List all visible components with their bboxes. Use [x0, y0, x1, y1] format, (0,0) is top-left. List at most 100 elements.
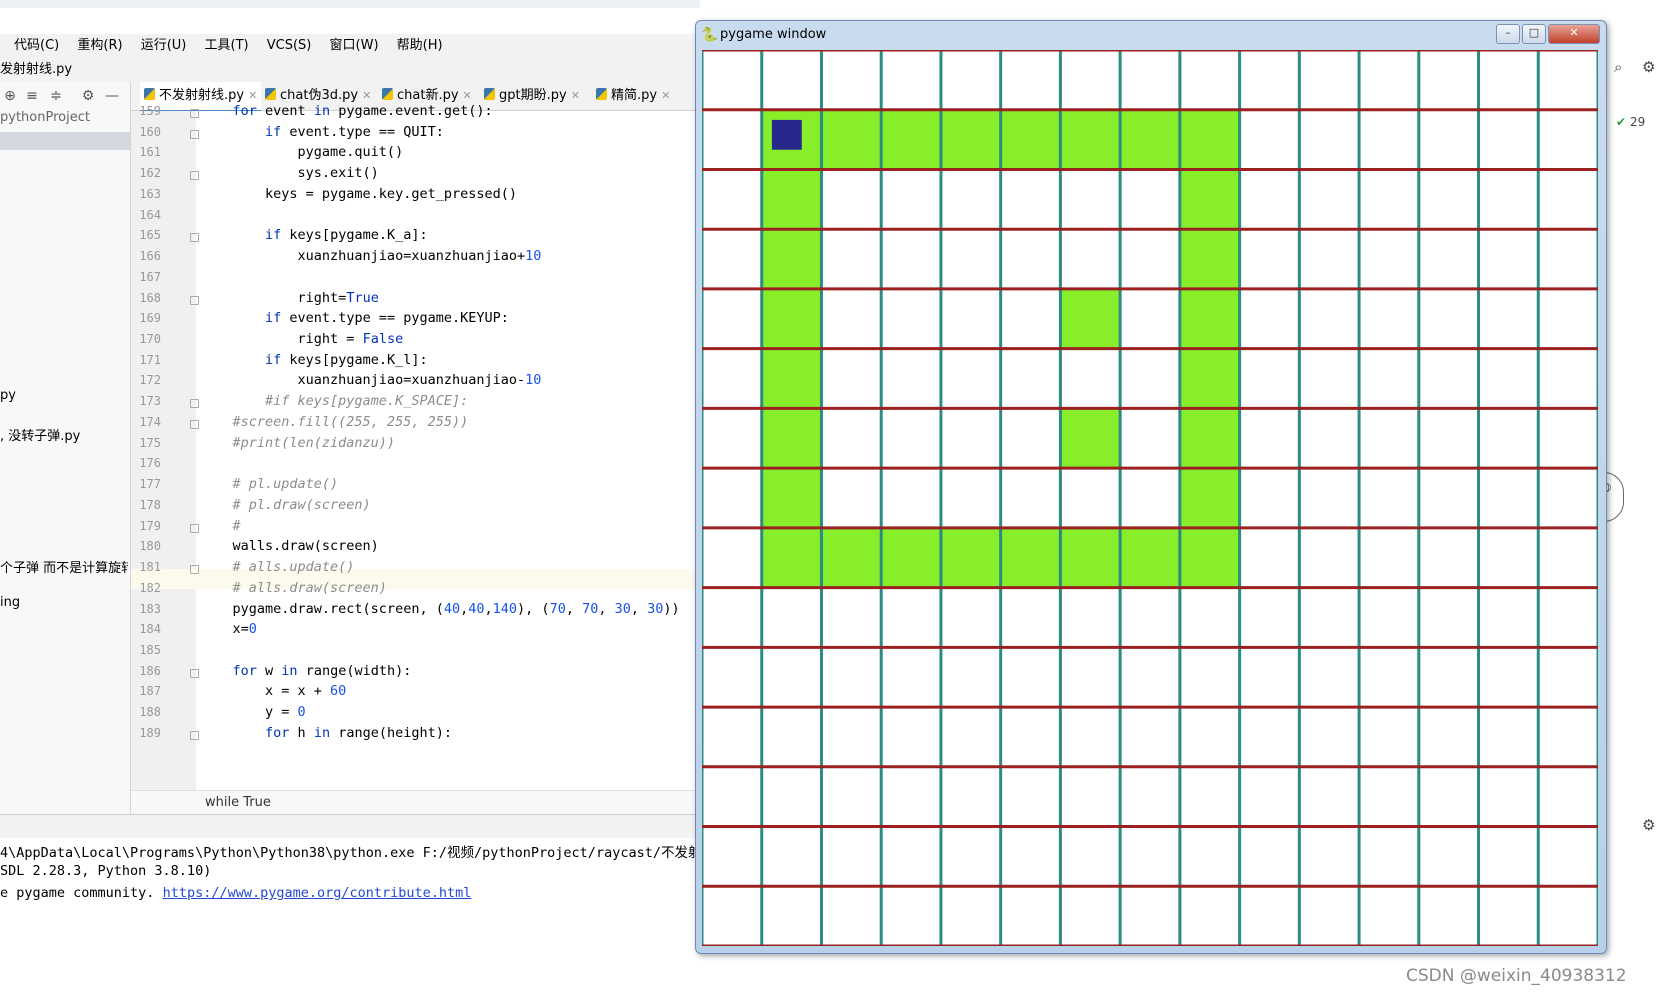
wall-tile — [761, 408, 822, 469]
close-tab-icon[interactable]: ✕ — [571, 89, 580, 102]
code-line[interactable]: x=0 — [200, 621, 257, 637]
code-line[interactable]: xuanzhuanjiao=xuanzhuanjiao-10 — [200, 372, 542, 388]
line-number: 186 — [139, 663, 161, 678]
line-number: 164 — [139, 207, 161, 222]
close-tab-icon[interactable]: ✕ — [661, 89, 670, 102]
contribute-link[interactable]: https://www.pygame.org/contribute.html — [163, 885, 472, 901]
close-tab-icon[interactable]: ✕ — [248, 89, 257, 102]
tab-file[interactable]: gpt期盼.py ✕ — [484, 82, 580, 110]
fold-marker-icon[interactable] — [190, 565, 199, 575]
menu-tools[interactable]: 工具(T) — [205, 34, 249, 58]
wall-tile — [1179, 468, 1240, 528]
code-line[interactable]: keys = pygame.key.get_pressed() — [200, 186, 517, 202]
fold-marker-icon[interactable] — [190, 129, 199, 139]
code-line[interactable]: x = x + 60 — [200, 683, 346, 699]
code-line[interactable]: for h in range(height): — [200, 725, 452, 741]
expand-all-icon[interactable]: ≡ — [24, 88, 40, 104]
wall-tile — [1179, 527, 1240, 588]
menu-code[interactable]: 代码(C) — [14, 34, 59, 58]
menu-vcs[interactable]: VCS(S) — [267, 34, 312, 58]
code-line[interactable]: #if keys[pygame.K_SPACE]: — [200, 393, 468, 409]
wall-tile — [1120, 109, 1180, 170]
code-line[interactable]: # alls.draw(screen) — [200, 580, 387, 596]
minimize-button[interactable]: – — [1496, 24, 1520, 44]
inspection-count[interactable]: 29 — [1630, 115, 1645, 129]
hide-panel-icon[interactable]: — — [104, 88, 120, 104]
fold-marker-icon[interactable] — [190, 233, 199, 243]
tab-label: chat伪3d.py — [280, 88, 359, 103]
line-number: 165 — [139, 228, 161, 243]
code-line[interactable]: for event in pygame.event.get(): — [200, 103, 493, 119]
tab-file[interactable]: 精简.py ✕ — [596, 82, 670, 110]
code-line[interactable]: #screen.fill((255, 255, 255)) — [200, 414, 469, 430]
code-line[interactable]: right=True — [200, 290, 379, 306]
code-line[interactable]: right = False — [200, 331, 404, 347]
project-item[interactable]: , 没转子弹.py — [0, 425, 80, 444]
code-line[interactable]: if keys[pygame.K_a]: — [200, 227, 428, 243]
fold-marker-icon[interactable] — [190, 668, 199, 678]
code-line[interactable]: if keys[pygame.K_l]: — [200, 352, 428, 368]
wall-tile — [1060, 527, 1121, 588]
locate-icon[interactable]: ⊕ — [2, 88, 18, 104]
code-line[interactable]: # pl.update() — [200, 476, 339, 492]
game-canvas[interactable] — [702, 50, 1598, 946]
code-line[interactable]: sys.exit() — [200, 165, 379, 181]
code-line[interactable]: # alls.update() — [200, 559, 355, 575]
wall-tile — [821, 527, 882, 588]
collapse-all-icon[interactable]: ≑ — [48, 88, 64, 104]
line-number: 181 — [139, 560, 161, 575]
code-line[interactable]: if event.type == pygame.KEYUP: — [200, 310, 509, 326]
breadcrumb[interactable]: while True — [131, 790, 700, 815]
project-root[interactable]: pythonProject — [0, 110, 90, 125]
wall-tile — [1179, 229, 1240, 289]
line-number: 166 — [139, 249, 161, 264]
fold-marker-icon[interactable] — [190, 109, 199, 118]
code-line[interactable]: for w in range(width): — [200, 663, 412, 679]
project-item[interactable]: py — [0, 388, 16, 403]
code-line[interactable]: # pl.draw(screen) — [200, 497, 371, 513]
menu-run[interactable]: 运行(U) — [141, 34, 187, 58]
code-line[interactable]: pygame.quit() — [200, 144, 404, 160]
fold-marker-icon[interactable] — [190, 523, 199, 533]
wall-tile — [1060, 288, 1121, 349]
tab-label: 不发射射线.py — [159, 88, 245, 103]
code-line[interactable]: y = 0 — [200, 704, 306, 720]
python-file-icon — [144, 88, 155, 100]
code-line[interactable]: if event.type == QUIT: — [200, 124, 444, 140]
code-line[interactable]: xuanzhuanjiao=xuanzhuanjiao+10 — [200, 248, 542, 264]
wall-tile — [881, 527, 941, 588]
code-line[interactable]: walls.draw(screen) — [200, 538, 379, 554]
gear-icon[interactable]: ⚙ — [80, 88, 96, 104]
project-item[interactable]: 个子弹 而不是计算旋转射 — [0, 557, 128, 576]
breadcrumb-item[interactable]: while True — [205, 795, 271, 810]
line-number: 172 — [139, 373, 161, 388]
console-text: e pygame community. — [0, 885, 163, 901]
gear-icon[interactable]: ⚙ — [1642, 816, 1655, 834]
fold-marker-icon[interactable] — [190, 399, 199, 409]
gear-icon[interactable]: ⚙ — [1642, 58, 1655, 76]
code-line[interactable]: # — [200, 518, 241, 534]
code-line[interactable]: #print(len(zidanzu)) — [200, 435, 396, 451]
code-line[interactable]: pygame.draw.rect(screen, (40,40,140), (7… — [200, 601, 680, 617]
wall-tile — [761, 527, 822, 588]
menu-window[interactable]: 窗口(W) — [330, 34, 379, 58]
player-square — [771, 119, 802, 150]
python-file-icon — [382, 88, 393, 100]
wall-tile — [1179, 169, 1240, 230]
wall-tile — [1000, 527, 1061, 588]
line-number: 173 — [139, 394, 161, 409]
close-button[interactable]: ✕ — [1548, 24, 1600, 44]
search-icon[interactable]: ⌕ — [1614, 58, 1622, 76]
fold-marker-icon[interactable] — [190, 730, 199, 740]
close-tab-icon[interactable]: ✕ — [362, 89, 371, 102]
project-item[interactable]: ing — [0, 595, 20, 610]
project-selected-row[interactable] — [0, 132, 130, 150]
maximize-button[interactable]: □ — [1522, 24, 1546, 44]
fold-marker-icon[interactable] — [190, 171, 199, 181]
wall-tile — [1179, 288, 1240, 349]
fold-marker-icon[interactable] — [190, 295, 199, 305]
close-tab-icon[interactable]: ✕ — [463, 89, 472, 102]
menu-refactor[interactable]: 重构(R) — [77, 34, 122, 58]
menu-help[interactable]: 帮助(H) — [397, 34, 443, 58]
fold-marker-icon[interactable] — [190, 419, 199, 429]
